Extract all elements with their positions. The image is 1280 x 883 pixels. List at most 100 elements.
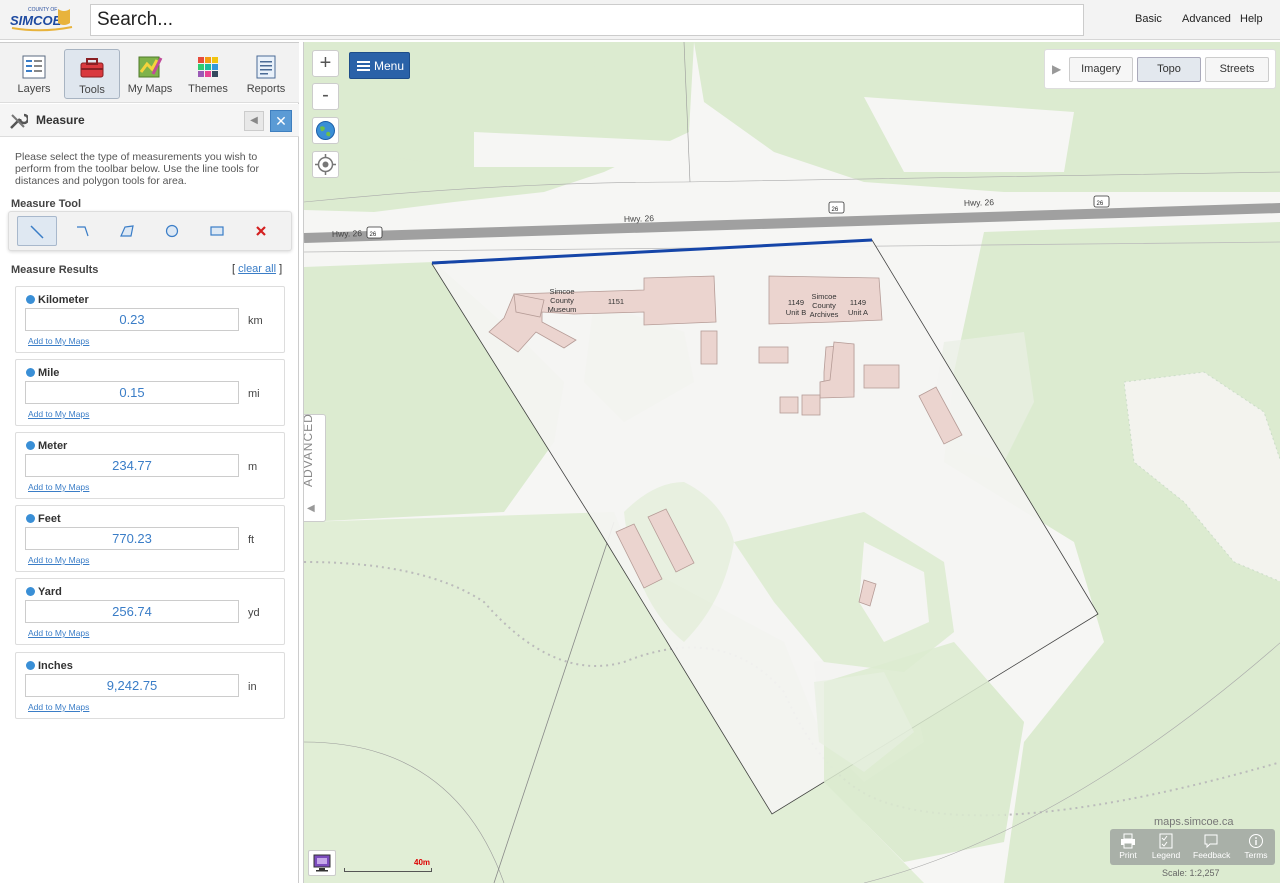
menu-button[interactable]: Menu bbox=[349, 52, 410, 79]
line-tool-button[interactable] bbox=[17, 216, 57, 246]
bracket-open: [ bbox=[232, 263, 236, 275]
add-to-my-maps-link[interactable]: Add to My Maps bbox=[28, 555, 89, 565]
result-value-field[interactable] bbox=[25, 527, 239, 550]
circle-tool-button[interactable] bbox=[152, 216, 192, 246]
result-meter: Meter m Add to My Maps bbox=[15, 432, 285, 499]
tab-bar: Layers Tools My Maps Themes Reports bbox=[0, 43, 299, 103]
advanced-tab[interactable]: ADVANCED ◀ bbox=[304, 413, 326, 522]
result-label: Yard bbox=[38, 586, 62, 598]
result-unit: mi bbox=[248, 388, 260, 400]
monitor-icon bbox=[313, 854, 331, 872]
result-heading: Yard bbox=[26, 586, 62, 598]
map-canvas[interactable]: Hwy. 26 Hwy. 26 Hwy. 26 26 26 26 Simcoe … bbox=[304, 42, 1280, 883]
info-dot-icon[interactable] bbox=[26, 368, 35, 377]
circle-icon bbox=[165, 224, 179, 238]
logo-text: SIMCOE bbox=[10, 13, 62, 28]
result-heading: Meter bbox=[26, 440, 67, 452]
result-unit: m bbox=[248, 461, 258, 473]
site-watermark: maps.simcoe.ca bbox=[1154, 816, 1234, 828]
add-to-my-maps-link[interactable]: Add to My Maps bbox=[28, 409, 89, 419]
result-unit: yd bbox=[248, 607, 260, 619]
tab-themes[interactable]: Themes bbox=[180, 49, 236, 99]
themes-icon bbox=[198, 57, 218, 77]
basic-link[interactable]: Basic bbox=[1135, 13, 1162, 25]
play-arrow-icon[interactable]: ▶ bbox=[1052, 62, 1061, 76]
tab-tools[interactable]: Tools bbox=[64, 49, 120, 99]
scale-bar: 40m bbox=[344, 858, 434, 872]
result-value-field[interactable] bbox=[25, 674, 239, 697]
close-panel-button[interactable]: ✕ bbox=[270, 110, 292, 132]
overview-map-button[interactable] bbox=[308, 850, 336, 876]
basemap-switcher: ▶ Imagery Topo Streets bbox=[1044, 49, 1276, 89]
legend-button[interactable]: Legend bbox=[1148, 831, 1184, 860]
polyline-tool-button[interactable] bbox=[63, 216, 103, 246]
feedback-label: Feedback bbox=[1193, 850, 1231, 860]
result-yard: Yard yd Add to My Maps bbox=[15, 578, 285, 645]
info-dot-icon[interactable] bbox=[26, 295, 35, 304]
print-icon bbox=[1121, 833, 1135, 849]
tab-label: Reports bbox=[246, 83, 286, 95]
building-label: 1149 bbox=[788, 298, 804, 307]
result-value-field[interactable] bbox=[25, 308, 239, 331]
search-input[interactable] bbox=[90, 4, 1084, 36]
clear-measure-button[interactable] bbox=[241, 216, 281, 246]
clear-all-wrapper: [ clear all ] bbox=[232, 263, 282, 275]
add-to-my-maps-link[interactable]: Add to My Maps bbox=[28, 628, 89, 638]
info-dot-icon[interactable] bbox=[26, 587, 35, 596]
highway-shield-icon: 26 bbox=[828, 201, 845, 214]
highway-label: Hwy. 26 bbox=[964, 197, 995, 208]
tab-reports[interactable]: Reports bbox=[238, 49, 294, 99]
result-label: Mile bbox=[38, 367, 60, 379]
my-maps-icon bbox=[138, 56, 163, 78]
basemap-imagery[interactable]: Imagery bbox=[1069, 57, 1133, 82]
scale-bar-line bbox=[344, 868, 432, 872]
sidebar: Layers Tools My Maps Themes Reports Meas… bbox=[0, 42, 299, 883]
basemap-streets[interactable]: Streets bbox=[1205, 57, 1269, 82]
result-value-field[interactable] bbox=[25, 600, 239, 623]
globe-icon bbox=[316, 121, 335, 140]
zoom-out-button[interactable]: - bbox=[312, 83, 339, 110]
result-kilometer: Kilometer km Add to My Maps bbox=[15, 286, 285, 353]
legend-label: Legend bbox=[1151, 850, 1181, 860]
building-number: 1151 bbox=[608, 297, 624, 306]
result-label: Feet bbox=[38, 513, 61, 525]
building-label: Simcoe bbox=[811, 292, 836, 301]
rectangle-tool-button[interactable] bbox=[197, 216, 237, 246]
info-dot-icon[interactable] bbox=[26, 441, 35, 450]
result-value-field[interactable] bbox=[25, 381, 239, 404]
building-label: Museum bbox=[548, 305, 577, 314]
map-view[interactable]: Hwy. 26 Hwy. 26 Hwy. 26 26 26 26 Simcoe … bbox=[303, 42, 1280, 883]
info-dot-icon[interactable] bbox=[26, 514, 35, 523]
add-to-my-maps-link[interactable]: Add to My Maps bbox=[28, 336, 89, 346]
info-dot-icon[interactable] bbox=[26, 661, 35, 670]
terms-button[interactable]: Terms bbox=[1238, 831, 1274, 860]
map-scale-text: Scale: 1:2,257 bbox=[1162, 868, 1220, 878]
polygon-icon bbox=[120, 225, 134, 237]
line-icon bbox=[30, 225, 44, 239]
feedback-button[interactable]: Feedback bbox=[1193, 831, 1231, 860]
tab-my-maps[interactable]: My Maps bbox=[122, 49, 178, 99]
tab-layers[interactable]: Layers bbox=[6, 49, 62, 99]
result-unit: in bbox=[248, 681, 257, 693]
county-logo[interactable]: COUNTY OF SIMCOE bbox=[8, 3, 74, 35]
polygon-tool-button[interactable] bbox=[107, 216, 147, 246]
print-button[interactable]: Print bbox=[1110, 831, 1146, 860]
zoom-in-button[interactable]: + bbox=[312, 50, 339, 77]
rectangle-icon bbox=[210, 226, 224, 236]
full-extent-button[interactable] bbox=[312, 117, 339, 144]
tab-label: Themes bbox=[188, 83, 228, 95]
collapse-panel-button[interactable]: ◀ bbox=[244, 111, 264, 131]
clear-all-link[interactable]: clear all bbox=[238, 263, 276, 275]
advanced-link[interactable]: Advanced bbox=[1182, 13, 1231, 25]
tab-label: Tools bbox=[79, 84, 105, 96]
result-inches: Inches in Add to My Maps bbox=[15, 652, 285, 719]
tab-label: My Maps bbox=[127, 83, 173, 95]
result-feet: Feet ft Add to My Maps bbox=[15, 505, 285, 572]
building-label: County bbox=[812, 301, 836, 310]
result-value-field[interactable] bbox=[25, 454, 239, 477]
basemap-topo[interactable]: Topo bbox=[1137, 57, 1201, 82]
add-to-my-maps-link[interactable]: Add to My Maps bbox=[28, 482, 89, 492]
add-to-my-maps-link[interactable]: Add to My Maps bbox=[28, 702, 89, 712]
help-link[interactable]: Help bbox=[1240, 13, 1263, 25]
locate-me-button[interactable] bbox=[312, 151, 339, 178]
